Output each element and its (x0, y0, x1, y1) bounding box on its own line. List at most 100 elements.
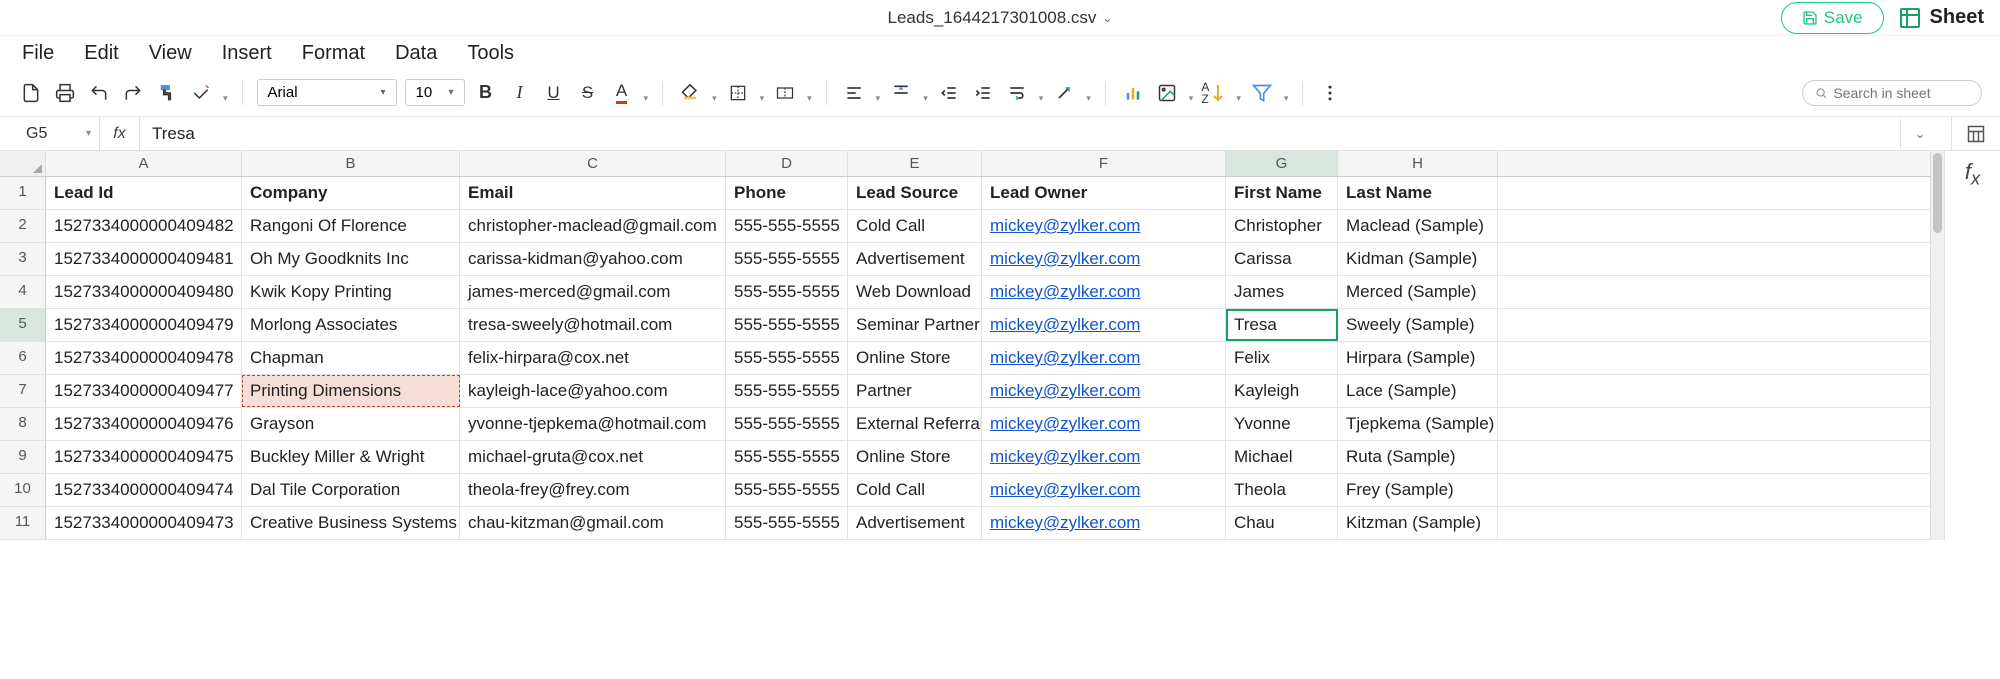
cell[interactable]: Dal Tile Corporation (242, 474, 460, 506)
more-icon[interactable] (1317, 80, 1343, 106)
cell[interactable]: Hirpara (Sample) (1338, 342, 1498, 374)
cell[interactable]: 555-555-5555 (726, 243, 848, 275)
cell[interactable]: mickey@zylker.com (982, 342, 1226, 374)
col-header[interactable]: B (242, 151, 460, 176)
cell[interactable]: Kidman (Sample) (1338, 243, 1498, 275)
formula-expand-icon[interactable]: ⌄ (1900, 119, 1939, 149)
cell[interactable]: 1527334000000409474 (46, 474, 242, 506)
underline-icon[interactable]: U (541, 80, 567, 106)
cell[interactable]: mickey@zylker.com (982, 210, 1226, 242)
cell[interactable]: 555-555-5555 (726, 441, 848, 473)
dropdown-caret-icon[interactable]: ▾ (1189, 93, 1194, 106)
sheet-label[interactable]: Sheet (1898, 6, 1984, 30)
header-cell[interactable]: Last Name (1338, 177, 1498, 209)
cell[interactable]: Cold Call (848, 474, 982, 506)
cell[interactable]: kayleigh-lace@yahoo.com (460, 375, 726, 407)
document-title[interactable]: Leads_1644217301008.csv (888, 8, 1097, 28)
col-header[interactable]: G (1226, 151, 1338, 176)
strikethrough-icon[interactable]: S (575, 80, 601, 106)
row-header[interactable]: 8 (0, 408, 46, 440)
row-header[interactable]: 10 (0, 474, 46, 506)
header-cell[interactable]: Email (460, 177, 726, 209)
row-header[interactable]: 1 (0, 177, 46, 209)
dropdown-caret-icon[interactable]: ▾ (1284, 93, 1289, 106)
cell[interactable]: mickey@zylker.com (982, 309, 1226, 341)
row-header[interactable]: 7 (0, 375, 46, 407)
cell[interactable]: James (1226, 276, 1338, 308)
clear-format-icon[interactable] (188, 80, 214, 106)
bold-icon[interactable]: B (473, 80, 499, 106)
cell[interactable]: 1527334000000409482 (46, 210, 242, 242)
cell[interactable]: mickey@zylker.com (982, 408, 1226, 440)
cell[interactable]: yvonne-tjepkema@hotmail.com (460, 408, 726, 440)
row-header[interactable]: 2 (0, 210, 46, 242)
cell[interactable]: Maclead (Sample) (1338, 210, 1498, 242)
cell[interactable]: 555-555-5555 (726, 342, 848, 374)
cell[interactable]: Ruta (Sample) (1338, 441, 1498, 473)
dropdown-caret-icon[interactable]: ▾ (1039, 93, 1044, 106)
menu-format[interactable]: Format (302, 42, 365, 65)
row-header[interactable]: 9 (0, 441, 46, 473)
chart-icon[interactable] (1120, 80, 1146, 106)
cell[interactable]: Seminar Partner (848, 309, 982, 341)
col-header[interactable]: D (726, 151, 848, 176)
cell[interactable]: 555-555-5555 (726, 375, 848, 407)
fill-color-icon[interactable] (677, 80, 703, 106)
cell[interactable]: Christopher (1226, 210, 1338, 242)
cell-reference-box[interactable]: G5 ▾ (0, 117, 100, 150)
cell[interactable]: tresa-sweely@hotmail.com (460, 309, 726, 341)
sort-icon[interactable]: AZ (1201, 80, 1227, 106)
cell[interactable]: Online Store (848, 441, 982, 473)
cell[interactable]: 555-555-5555 (726, 474, 848, 506)
format-painter-icon[interactable] (154, 80, 180, 106)
fx-side-icon[interactable]: fx (1965, 159, 1980, 540)
cell[interactable]: 1527334000000409480 (46, 276, 242, 308)
cell[interactable]: carissa-kidman@yahoo.com (460, 243, 726, 275)
search-box[interactable] (1802, 80, 1982, 106)
header-cell[interactable]: Phone (726, 177, 848, 209)
header-cell[interactable]: Company (242, 177, 460, 209)
cell[interactable]: Grayson (242, 408, 460, 440)
formula-input[interactable]: Tresa (140, 124, 1900, 144)
cell[interactable]: Chau (1226, 507, 1338, 539)
borders-icon[interactable] (725, 80, 751, 106)
cell[interactable]: 1527334000000409478 (46, 342, 242, 374)
text-color-icon[interactable]: A (609, 80, 635, 106)
cell[interactable]: chau-kitzman@gmail.com (460, 507, 726, 539)
new-doc-icon[interactable] (18, 80, 44, 106)
header-cell[interactable]: First Name (1226, 177, 1338, 209)
col-header[interactable]: F (982, 151, 1226, 176)
menu-insert[interactable]: Insert (222, 42, 272, 65)
cell[interactable]: felix-hirpara@cox.net (460, 342, 726, 374)
header-cell[interactable]: Lead Id (46, 177, 242, 209)
menu-data[interactable]: Data (395, 42, 437, 65)
menu-file[interactable]: File (22, 42, 54, 65)
undo-icon[interactable] (86, 80, 112, 106)
select-all-corner[interactable] (0, 151, 46, 176)
cell[interactable]: Partner (848, 375, 982, 407)
row-header[interactable]: 11 (0, 507, 46, 539)
search-input[interactable] (1833, 85, 1969, 101)
align-h-icon[interactable] (841, 80, 867, 106)
menu-edit[interactable]: Edit (84, 42, 118, 65)
print-icon[interactable] (52, 80, 78, 106)
cell[interactable]: 1527334000000409475 (46, 441, 242, 473)
cell[interactable]: mickey@zylker.com (982, 243, 1226, 275)
cell[interactable]: Web Download (848, 276, 982, 308)
redo-icon[interactable] (120, 80, 146, 106)
font-select[interactable]: Arial▾ (257, 79, 397, 106)
vertical-scrollbar[interactable] (1930, 151, 1944, 540)
cell[interactable]: 555-555-5555 (726, 210, 848, 242)
row-header[interactable]: 4 (0, 276, 46, 308)
fx-icon[interactable]: fx (100, 117, 140, 150)
font-size-select[interactable]: 10▾ (405, 79, 465, 106)
cell[interactable]: Tjepkema (Sample) (1338, 408, 1498, 440)
cell[interactable]: Cold Call (848, 210, 982, 242)
title-dropdown-icon[interactable]: ⌄ (1102, 11, 1112, 25)
cell[interactable]: mickey@zylker.com (982, 375, 1226, 407)
cell[interactable]: mickey@zylker.com (982, 507, 1226, 539)
dropdown-caret-icon[interactable]: ▾ (923, 93, 928, 106)
cell[interactable]: michael-gruta@cox.net (460, 441, 726, 473)
cell[interactable]: Lace (Sample) (1338, 375, 1498, 407)
cell[interactable]: Kwik Kopy Printing (242, 276, 460, 308)
